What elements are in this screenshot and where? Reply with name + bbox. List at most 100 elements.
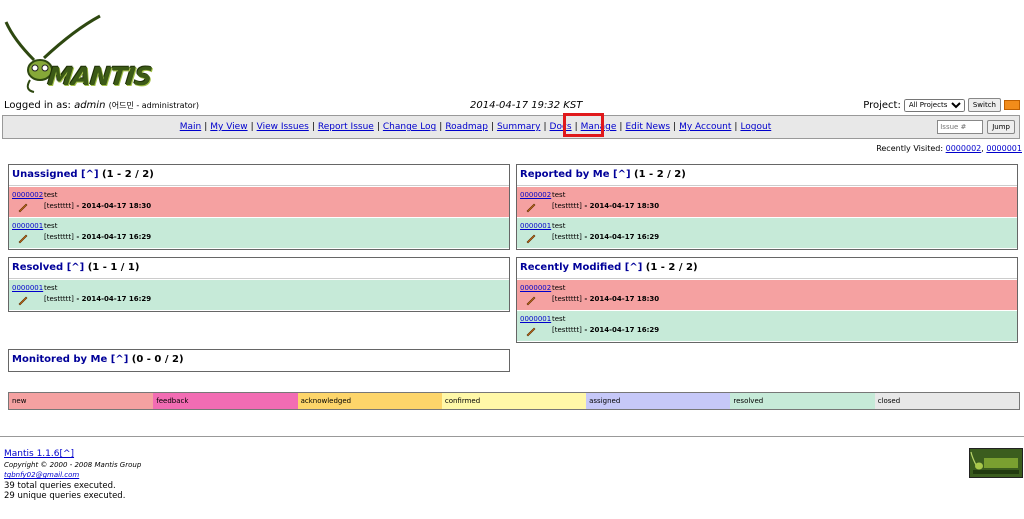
legend-feedback: feedback (153, 393, 298, 409)
box-title-link[interactable]: Unassigned (12, 169, 78, 180)
menu-item-manage[interactable]: Manage (581, 122, 617, 132)
issue-row: 0000001 test [testtttt] - 2014-04-17 16:… (9, 218, 509, 248)
menu-item-report-issue[interactable]: Report Issue (318, 122, 374, 132)
box-caret-link[interactable]: [^] (625, 262, 643, 273)
issue-meta: [testtttt] - 2014-04-17 16:29 (44, 295, 152, 303)
issue-id-link[interactable]: 0000001 (520, 315, 551, 323)
box-header: Recently Modified [^] (1 - 2 / 2) (517, 258, 1017, 279)
pencil-icon[interactable] (525, 325, 537, 337)
issue-meta: [testtttt] - 2014-04-17 18:30 (552, 295, 660, 303)
legend-new: new (9, 393, 154, 409)
footer-caret-link[interactable]: [^] (59, 449, 74, 459)
menu-item-logout[interactable]: Logout (740, 122, 771, 132)
issue-summary: test (552, 191, 566, 199)
current-datetime: 2014-04-17 19:32 KST (470, 100, 583, 111)
issue-meta: [testtttt] - 2014-04-17 18:30 (44, 202, 152, 210)
issue-jump: Jump (937, 120, 1015, 134)
box-caret-link[interactable]: [^] (111, 354, 129, 365)
menu-item-docs[interactable]: Docs (550, 122, 572, 132)
footer: Mantis 1.1.6[^] Copyright © 2000 - 2008 … (4, 449, 141, 502)
total-queries: 39 total queries executed. (4, 480, 116, 491)
issue-meta: [testtttt] - 2014-04-17 16:29 (552, 233, 660, 241)
logged-in-label: Logged in as: (4, 100, 75, 111)
issue-id-link[interactable]: 0000002 (520, 191, 551, 199)
box-recently-modified: Recently Modified [^] (1 - 2 / 2) 000000… (516, 257, 1018, 343)
issue-row: 0000001 test [testtttt] - 2014-04-17 16:… (9, 280, 509, 310)
box-unassigned: Unassigned [^] (1 - 2 / 2) 0000002 test … (8, 164, 510, 250)
pencil-icon[interactable] (17, 294, 29, 306)
box-count: (1 - 1 / 1) (87, 262, 140, 273)
box-count: (1 - 2 / 2) (634, 169, 686, 180)
recently-visited: Recently Visited: 0000002, 0000001 (876, 144, 1022, 153)
issue-id-link[interactable]: 0000002 (12, 191, 43, 199)
menu-item-my-account[interactable]: My Account (679, 122, 731, 132)
menu-links: Main | My View | View Issues | Report Issue | Ch… (179, 122, 772, 132)
project-select[interactable]: All Projects (903, 98, 965, 112)
issue-summary: test (44, 284, 58, 292)
logo-text: MANTIS (46, 62, 154, 91)
box-header: Resolved [^] (1 - 1 / 1) (9, 258, 509, 279)
box-title-link[interactable]: Monitored by Me (12, 354, 107, 365)
project-selector-area: Project: All Projects Switch (863, 98, 1020, 112)
issue-id-link[interactable]: 0000002 (520, 284, 551, 292)
box-caret-link[interactable]: [^] (613, 169, 631, 180)
issue-summary: test (44, 222, 58, 230)
box-header: Unassigned [^] (1 - 2 / 2) (9, 165, 509, 186)
issue-id-link[interactable]: 0000001 (12, 222, 43, 230)
issue-summary: test (552, 222, 566, 230)
issue-summary: test (44, 191, 58, 199)
box-count: (1 - 2 / 2) (645, 262, 698, 273)
box-caret-link[interactable]: [^] (81, 169, 99, 180)
pencil-icon[interactable] (17, 232, 29, 244)
footer-divider (0, 436, 1024, 437)
box-header: Monitored by Me [^] (0 - 0 / 2) (9, 350, 509, 370)
legend-closed: closed (874, 393, 1019, 409)
copyright: Copyright © 2000 - 2008 Mantis Group (4, 460, 142, 469)
menu-item-main[interactable]: Main (180, 122, 202, 132)
rss-icon[interactable] (1004, 100, 1020, 110)
menu-item-edit-news[interactable]: Edit News (625, 122, 670, 132)
issue-id-link[interactable]: 0000001 (12, 284, 43, 292)
box-count: (0 - 0 / 2) (131, 354, 184, 365)
box-caret-link[interactable]: [^] (67, 262, 85, 273)
jump-button[interactable]: Jump (987, 120, 1015, 134)
box-title-link[interactable]: Resolved (12, 262, 63, 273)
user-role: (어드민 - administrator) (108, 101, 200, 110)
admin-email-link[interactable]: tqbnfy02@gmail.com (4, 471, 79, 479)
box-monitored-by-me: Monitored by Me [^] (0 - 0 / 2) (8, 349, 510, 372)
box-reported-by-me: Reported by Me [^] (1 - 2 / 2) 0000002 t… (516, 164, 1018, 250)
legend-assigned: assigned (586, 393, 731, 409)
pencil-icon[interactable] (525, 232, 537, 244)
mantis-badge-icon[interactable] (969, 448, 1023, 478)
issue-summary: test (552, 315, 566, 323)
recent-issue-link[interactable]: 0000001 (986, 144, 1022, 153)
issue-number-input[interactable] (937, 120, 984, 134)
issue-summary: test (552, 284, 566, 292)
legend-acknowledged: acknowledged (297, 393, 442, 409)
menu-item-my-view[interactable]: My View (210, 122, 247, 132)
box-count: (1 - 2 / 2) (102, 169, 154, 180)
menu-item-view-issues[interactable]: View Issues (257, 122, 309, 132)
box-title-link[interactable]: Reported by Me (520, 169, 610, 180)
project-label: Project: (863, 99, 901, 111)
issue-meta: [testtttt] - 2014-04-17 16:29 (552, 326, 660, 334)
mantis-logo[interactable]: MANTIS (4, 10, 153, 94)
recent-issue-link[interactable]: 0000002 (946, 144, 982, 153)
version-link[interactable]: Mantis 1.1.6 (4, 449, 59, 459)
menu-item-summary[interactable]: Summary (497, 122, 541, 132)
menu-item-roadmap[interactable]: Roadmap (445, 122, 488, 132)
pencil-icon[interactable] (17, 201, 29, 213)
issue-id-link[interactable]: 0000001 (520, 222, 551, 230)
box-title-link[interactable]: Recently Modified (520, 262, 621, 273)
issue-row: 0000001 test [testtttt] - 2014-04-17 16:… (517, 218, 1017, 248)
pencil-icon[interactable] (525, 201, 537, 213)
pencil-icon[interactable] (525, 294, 537, 306)
unique-queries: 29 unique queries executed. (4, 491, 126, 501)
switch-button[interactable]: Switch (967, 98, 1001, 112)
box-resolved: Resolved [^] (1 - 1 / 1) 0000001 test [t… (8, 257, 510, 312)
menu-item-change-log[interactable]: Change Log (383, 122, 436, 132)
status-legend: new feedback acknowledged confirmed assi… (8, 392, 1020, 410)
issue-row: 0000002 test [testtttt] - 2014-04-17 18:… (9, 187, 509, 217)
issue-meta: [testtttt] - 2014-04-17 16:29 (44, 233, 152, 241)
issue-row: 0000002 test [testtttt] - 2014-04-17 18:… (517, 280, 1017, 310)
